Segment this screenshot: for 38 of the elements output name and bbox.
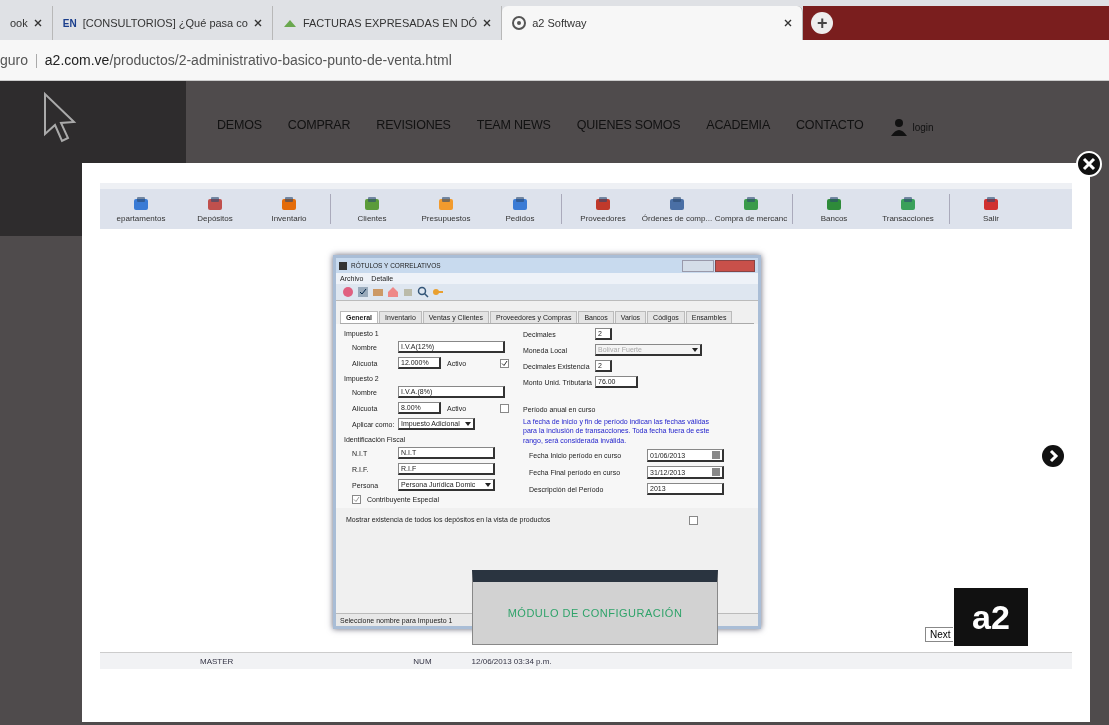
checkbox[interactable] xyxy=(500,403,509,413)
address-bar[interactable]: guro a2.com.ve/productos/2-administrativo-basico-punto-de-venta.html xyxy=(0,51,452,69)
browser-tab[interactable]: a2 Softway xyxy=(502,6,804,40)
toolbar-button[interactable]: Órdenes de comp... xyxy=(640,195,714,223)
close-icon[interactable] xyxy=(253,19,262,27)
status-text: 12/06/2013 03:34 p.m. xyxy=(471,656,552,666)
close-icon[interactable] xyxy=(483,19,492,27)
caret-icon xyxy=(465,421,471,426)
checkbox[interactable] xyxy=(689,516,698,525)
toolbar-button[interactable]: Compra de mercanc xyxy=(714,195,788,223)
check-icon[interactable] xyxy=(357,286,369,298)
checkbox[interactable] xyxy=(352,495,361,504)
tooltip: Next xyxy=(925,627,956,642)
toolbar-button[interactable]: Proveedores xyxy=(566,195,640,223)
status-text: NUM xyxy=(413,656,432,666)
toolbar-button[interactable]: Salir xyxy=(954,195,1028,223)
toolbar-button[interactable]: Bancos xyxy=(797,195,871,223)
close-icon[interactable] xyxy=(784,19,793,27)
caret-icon xyxy=(692,347,698,352)
toolbar-button[interactable]: Clientes xyxy=(335,195,409,223)
toolbar-button[interactable]: Pedidos xyxy=(483,195,557,223)
toolbar-button[interactable]: Presupuestos xyxy=(409,195,483,223)
window-icon xyxy=(339,261,347,270)
toolbar-button[interactable]: epartamentos xyxy=(104,195,178,223)
banner-title: MÓDULO DE CONFIGURACIÓN xyxy=(507,607,683,619)
caret-icon xyxy=(485,482,491,487)
checkbox[interactable] xyxy=(500,358,509,368)
status-text: MASTER xyxy=(200,656,234,666)
language-label: EN xyxy=(62,17,77,29)
logo: a2 xyxy=(953,587,1029,647)
toolbar-button[interactable]: Inventario xyxy=(252,195,326,223)
toolbar-button[interactable]: Depósitos xyxy=(178,195,252,223)
person-icon xyxy=(890,118,909,136)
new-tab-button[interactable]: + xyxy=(811,12,834,34)
close-button[interactable] xyxy=(715,259,755,272)
toolbar-button[interactable]: Transacciones xyxy=(871,195,945,223)
search-icon[interactable] xyxy=(417,286,429,298)
close-icon[interactable] xyxy=(33,19,42,27)
